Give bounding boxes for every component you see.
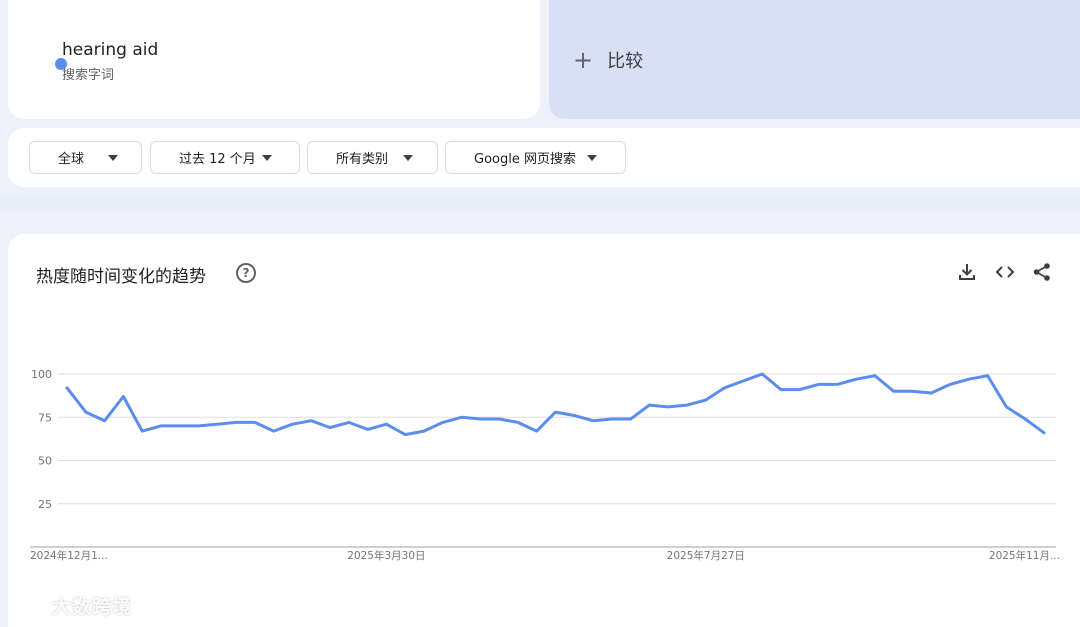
chevron-down-icon	[587, 155, 597, 161]
section-divider	[0, 195, 1080, 211]
help-icon[interactable]: ?	[236, 263, 256, 283]
search-type-filter-label: Google 网页搜索	[474, 152, 576, 167]
region-filter[interactable]: 全球	[29, 141, 142, 174]
plus-icon: +	[573, 45, 594, 74]
search-term-card[interactable]: hearing aid 搜索字词	[8, 0, 540, 119]
filter-bar: 全球 过去 12 个月 所有类别 Google 网页搜索	[8, 128, 1080, 187]
time-range-filter[interactable]: 过去 12 个月	[150, 141, 300, 174]
chevron-down-icon	[262, 155, 272, 161]
category-filter[interactable]: 所有类别	[307, 141, 438, 174]
share-icon[interactable]	[1032, 262, 1052, 286]
interest-over-time-card: 热度随时间变化的趋势 ?	[8, 234, 1080, 627]
region-filter-label: 全球	[58, 152, 85, 167]
chevron-down-icon	[403, 155, 413, 161]
embed-code-icon[interactable]	[994, 262, 1016, 286]
search-term-name[interactable]: hearing aid	[62, 40, 158, 60]
chevron-down-icon	[108, 155, 118, 161]
chart-title: 热度随时间变化的趋势	[36, 267, 206, 287]
search-type-filter[interactable]: Google 网页搜索	[445, 141, 626, 174]
time-range-filter-label: 过去 12 个月	[179, 152, 256, 167]
watermark: 大数跨境	[10, 592, 132, 619]
compare-label: 比较	[607, 50, 644, 72]
download-icon[interactable]	[958, 262, 976, 286]
category-filter-label: 所有类别	[336, 152, 389, 167]
watermark-logo	[10, 595, 47, 617]
search-term-type: 搜索字词	[62, 68, 115, 83]
compare-button[interactable]: + 比较	[549, 0, 1080, 119]
watermark-text: 大数跨境	[52, 596, 133, 618]
